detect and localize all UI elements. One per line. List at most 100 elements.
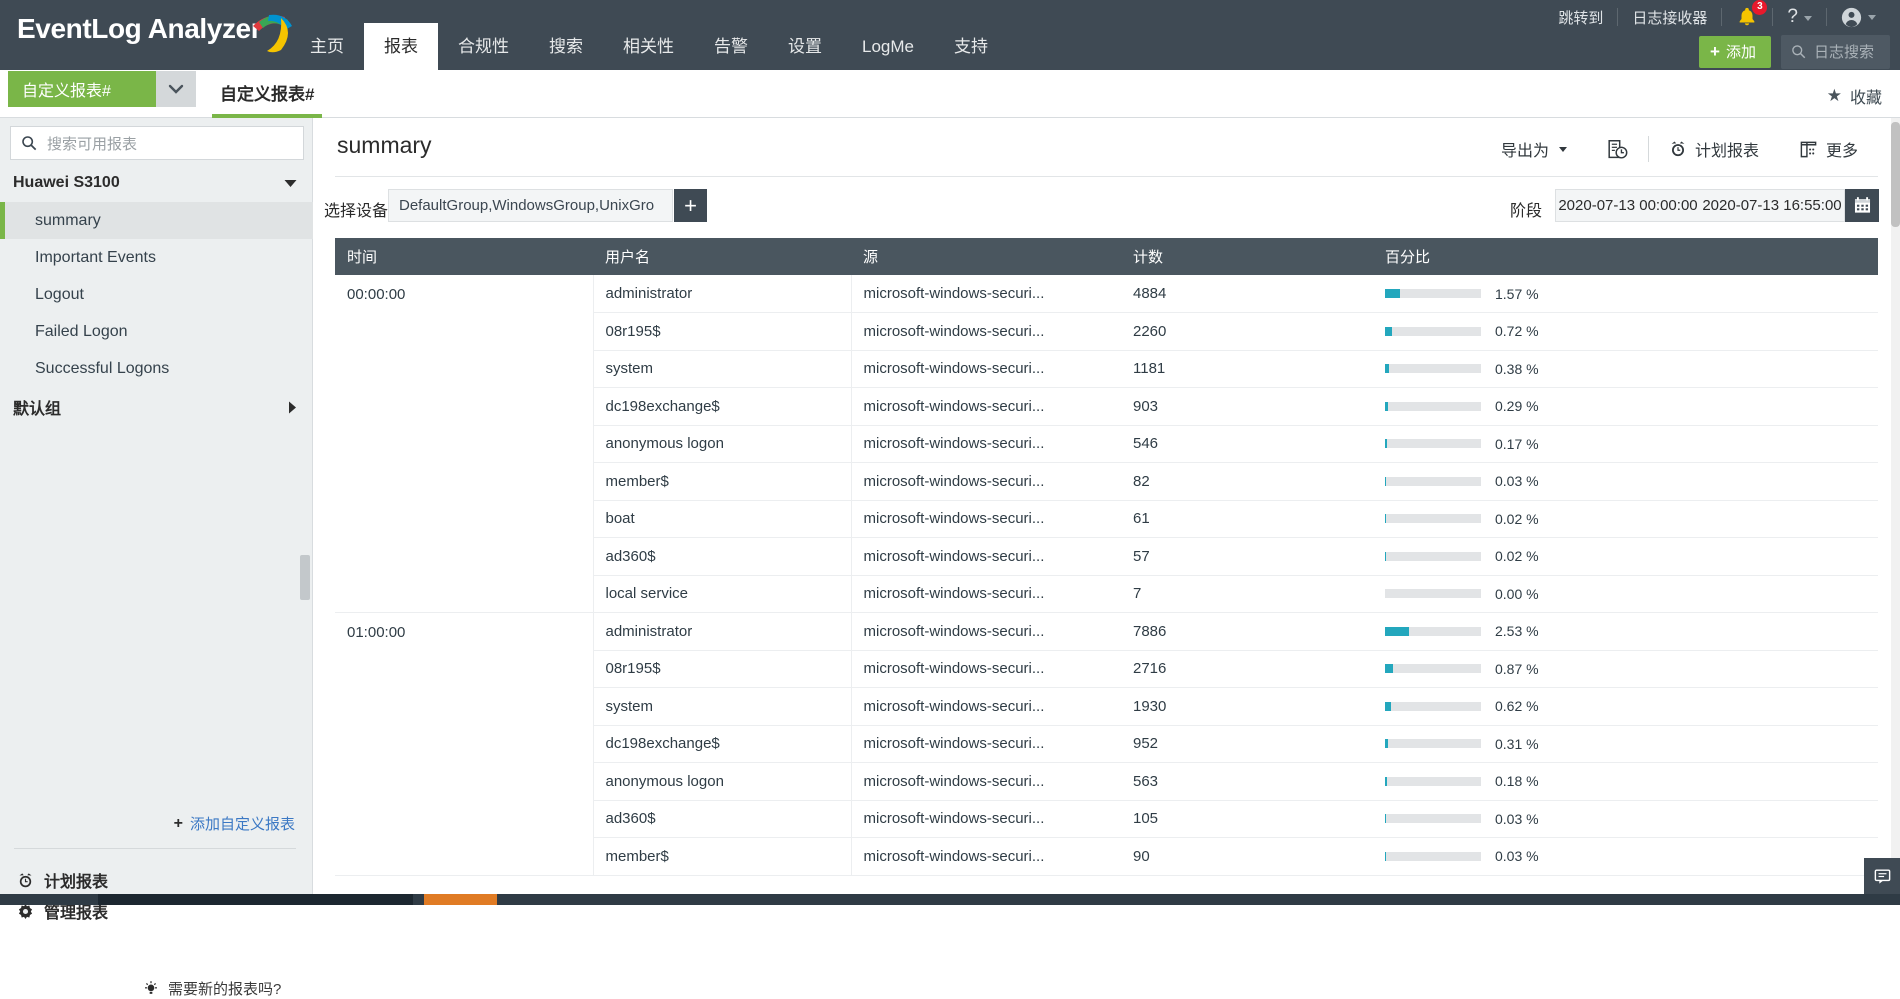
vertical-scrollbar-track[interactable] <box>1891 118 1900 905</box>
percent-bar-fill <box>1385 439 1387 448</box>
sidebar-item-label: summary <box>35 212 101 230</box>
table-row[interactable]: ad360$microsoft-windows-securi...1050.03… <box>335 800 1878 838</box>
sidebar-item-logout[interactable]: Logout <box>0 276 313 313</box>
cell-count: 7886 <box>1121 613 1373 651</box>
calendar-button[interactable] <box>1845 189 1879 222</box>
sidebar-group-huawei[interactable]: Huawei S3100 <box>0 164 313 202</box>
column-header-source[interactable]: 源 <box>851 238 1121 275</box>
cell-username: anonymous logon <box>593 763 851 801</box>
chat-icon <box>1873 867 1892 886</box>
percent-bar-fill <box>1385 702 1391 711</box>
chat-support-button[interactable] <box>1864 858 1900 894</box>
percent-bar-track <box>1385 552 1481 561</box>
period-range-input[interactable]: 2020-07-13 00:00:00 2020-07-13 16:55:00 <box>1555 189 1845 222</box>
column-header-percent[interactable]: 百分比 <box>1373 238 1878 275</box>
nav-item-3[interactable]: 搜索 <box>529 23 603 70</box>
search-icon <box>1791 44 1806 59</box>
report-dropdown-label[interactable]: 自定义报表# <box>8 71 156 107</box>
sidebar-search-input[interactable]: 搜索可用报表 <box>10 126 304 160</box>
nav-item-7[interactable]: LogMe <box>842 23 934 70</box>
log-search-input[interactable]: 日志搜索 <box>1781 35 1890 69</box>
cell-time: 01:00:00 <box>335 613 593 651</box>
favorite-label: 收藏 <box>1850 84 1882 108</box>
notifications-button[interactable]: 3 <box>1722 6 1772 28</box>
table-row[interactable]: local servicemicrosoft-windows-securi...… <box>335 575 1878 613</box>
plus-icon: + <box>1710 42 1720 62</box>
profile-button[interactable] <box>1827 7 1890 28</box>
add-button[interactable]: + 添加 <box>1699 36 1771 68</box>
percent-bar-track <box>1385 439 1481 448</box>
table-row[interactable]: anonymous logonmicrosoft-windows-securi.… <box>335 425 1878 463</box>
column-header-time[interactable]: 时间 <box>335 238 593 275</box>
table-row[interactable]: ad360$microsoft-windows-securi...570.02 … <box>335 538 1878 576</box>
table-row[interactable]: member$microsoft-windows-securi...820.03… <box>335 463 1878 501</box>
vertical-scrollbar-thumb[interactable] <box>1891 122 1900 227</box>
nav-item-2[interactable]: 合规性 <box>438 23 529 70</box>
export-as-button[interactable]: 导出为 <box>1481 137 1587 161</box>
table-row[interactable]: 00:00:00administratormicrosoft-windows-s… <box>335 275 1878 313</box>
table-row[interactable]: 08r195$microsoft-windows-securi...22600.… <box>335 313 1878 351</box>
more-button[interactable]: 更多 <box>1779 137 1878 161</box>
cell-count: 563 <box>1121 763 1373 801</box>
log-search-placeholder: 日志搜索 <box>1814 41 1874 62</box>
cell-time <box>335 463 593 501</box>
table-row[interactable]: member$microsoft-windows-securi...900.03… <box>335 838 1878 876</box>
help-button[interactable]: ? <box>1773 6 1826 28</box>
table-row[interactable]: dc198exchange$microsoft-windows-securi..… <box>335 725 1878 763</box>
table-row[interactable]: 01:00:00administratormicrosoft-windows-s… <box>335 613 1878 651</box>
percent-label: 0.00 % <box>1495 586 1539 602</box>
sidebar-item-important-events[interactable]: Important Events <box>0 239 313 276</box>
report-dropdown-toggle[interactable] <box>156 71 196 107</box>
cell-username: system <box>593 350 851 388</box>
horizontal-scrollbar-thumb[interactable] <box>98 894 413 905</box>
table-row[interactable]: systemmicrosoft-windows-securi...11810.3… <box>335 350 1878 388</box>
jump-to-link[interactable]: 跳转到 <box>1544 7 1617 28</box>
cell-time <box>335 800 593 838</box>
cell-source: microsoft-windows-securi... <box>851 763 1121 801</box>
nav-item-6[interactable]: 设置 <box>768 23 842 70</box>
table-header-row: 时间 用户名 源 计数 百分比 <box>335 238 1878 275</box>
alarm-clock-icon <box>1669 140 1687 158</box>
horizontal-scrollbar-thumb-highlight[interactable] <box>424 894 497 905</box>
report-history-icon <box>1607 139 1628 160</box>
cell-username: member$ <box>593 838 851 876</box>
scheduled-report-button[interactable]: 计划报表 <box>1649 137 1779 161</box>
cell-count: 952 <box>1121 725 1373 763</box>
table-row[interactable]: boatmicrosoft-windows-securi...610.02 % <box>335 500 1878 538</box>
sidebar-scheduled-reports[interactable]: 计划报表 <box>17 868 108 892</box>
sidebar-group-label: Huawei S3100 <box>13 174 120 192</box>
cell-username: administrator <box>593 275 851 313</box>
sidebar-item-failed-logon[interactable]: Failed Logon <box>0 313 313 350</box>
device-select-input[interactable]: DefaultGroup,WindowsGroup,UnixGro <box>388 189 673 222</box>
report-history-button[interactable] <box>1587 139 1648 160</box>
nav-item-4[interactable]: 相关性 <box>603 23 694 70</box>
cell-count: 2716 <box>1121 650 1373 688</box>
table-row[interactable]: anonymous logonmicrosoft-windows-securi.… <box>335 763 1878 801</box>
nav-item-5[interactable]: 告警 <box>694 23 768 70</box>
sidebar-item-successful-logons[interactable]: Successful Logons <box>0 350 313 387</box>
add-custom-report-button[interactable]: + 添加自定义报表 <box>0 813 295 834</box>
sidebar-item-label: Failed Logon <box>35 323 128 341</box>
percent-label: 0.03 % <box>1495 848 1539 864</box>
table-row[interactable]: 08r195$microsoft-windows-securi...27160.… <box>335 650 1878 688</box>
nav-item-0[interactable]: 主页 <box>290 23 364 70</box>
percent-bar-track <box>1385 702 1481 711</box>
cell-source: microsoft-windows-securi... <box>851 425 1121 463</box>
tab-custom-report[interactable]: 自定义报表# <box>212 70 322 118</box>
cell-username: dc198exchange$ <box>593 388 851 426</box>
table-row[interactable]: dc198exchange$microsoft-windows-securi..… <box>335 388 1878 426</box>
sidebar-item-summary[interactable]: summary <box>0 202 313 239</box>
sidebar-group-default[interactable]: 默认组 <box>0 388 313 426</box>
column-header-user[interactable]: 用户名 <box>593 238 851 275</box>
cell-percent: 0.31 % <box>1373 725 1878 763</box>
add-device-button[interactable]: + <box>674 189 707 222</box>
column-header-count[interactable]: 计数 <box>1121 238 1373 275</box>
nav-item-8[interactable]: 支持 <box>934 23 1008 70</box>
log-receiver-link[interactable]: 日志接收器 <box>1618 7 1721 28</box>
table-row[interactable]: systemmicrosoft-windows-securi...19300.6… <box>335 688 1878 726</box>
nav-item-1[interactable]: 报表 <box>364 23 438 70</box>
report-dropdown[interactable]: 自定义报表# <box>8 71 196 107</box>
sidebar-resize-handle[interactable] <box>300 555 310 600</box>
favorite-button[interactable]: ★ 收藏 <box>1827 84 1882 108</box>
need-new-report-link[interactable]: 需要新的报表吗? <box>143 978 281 999</box>
